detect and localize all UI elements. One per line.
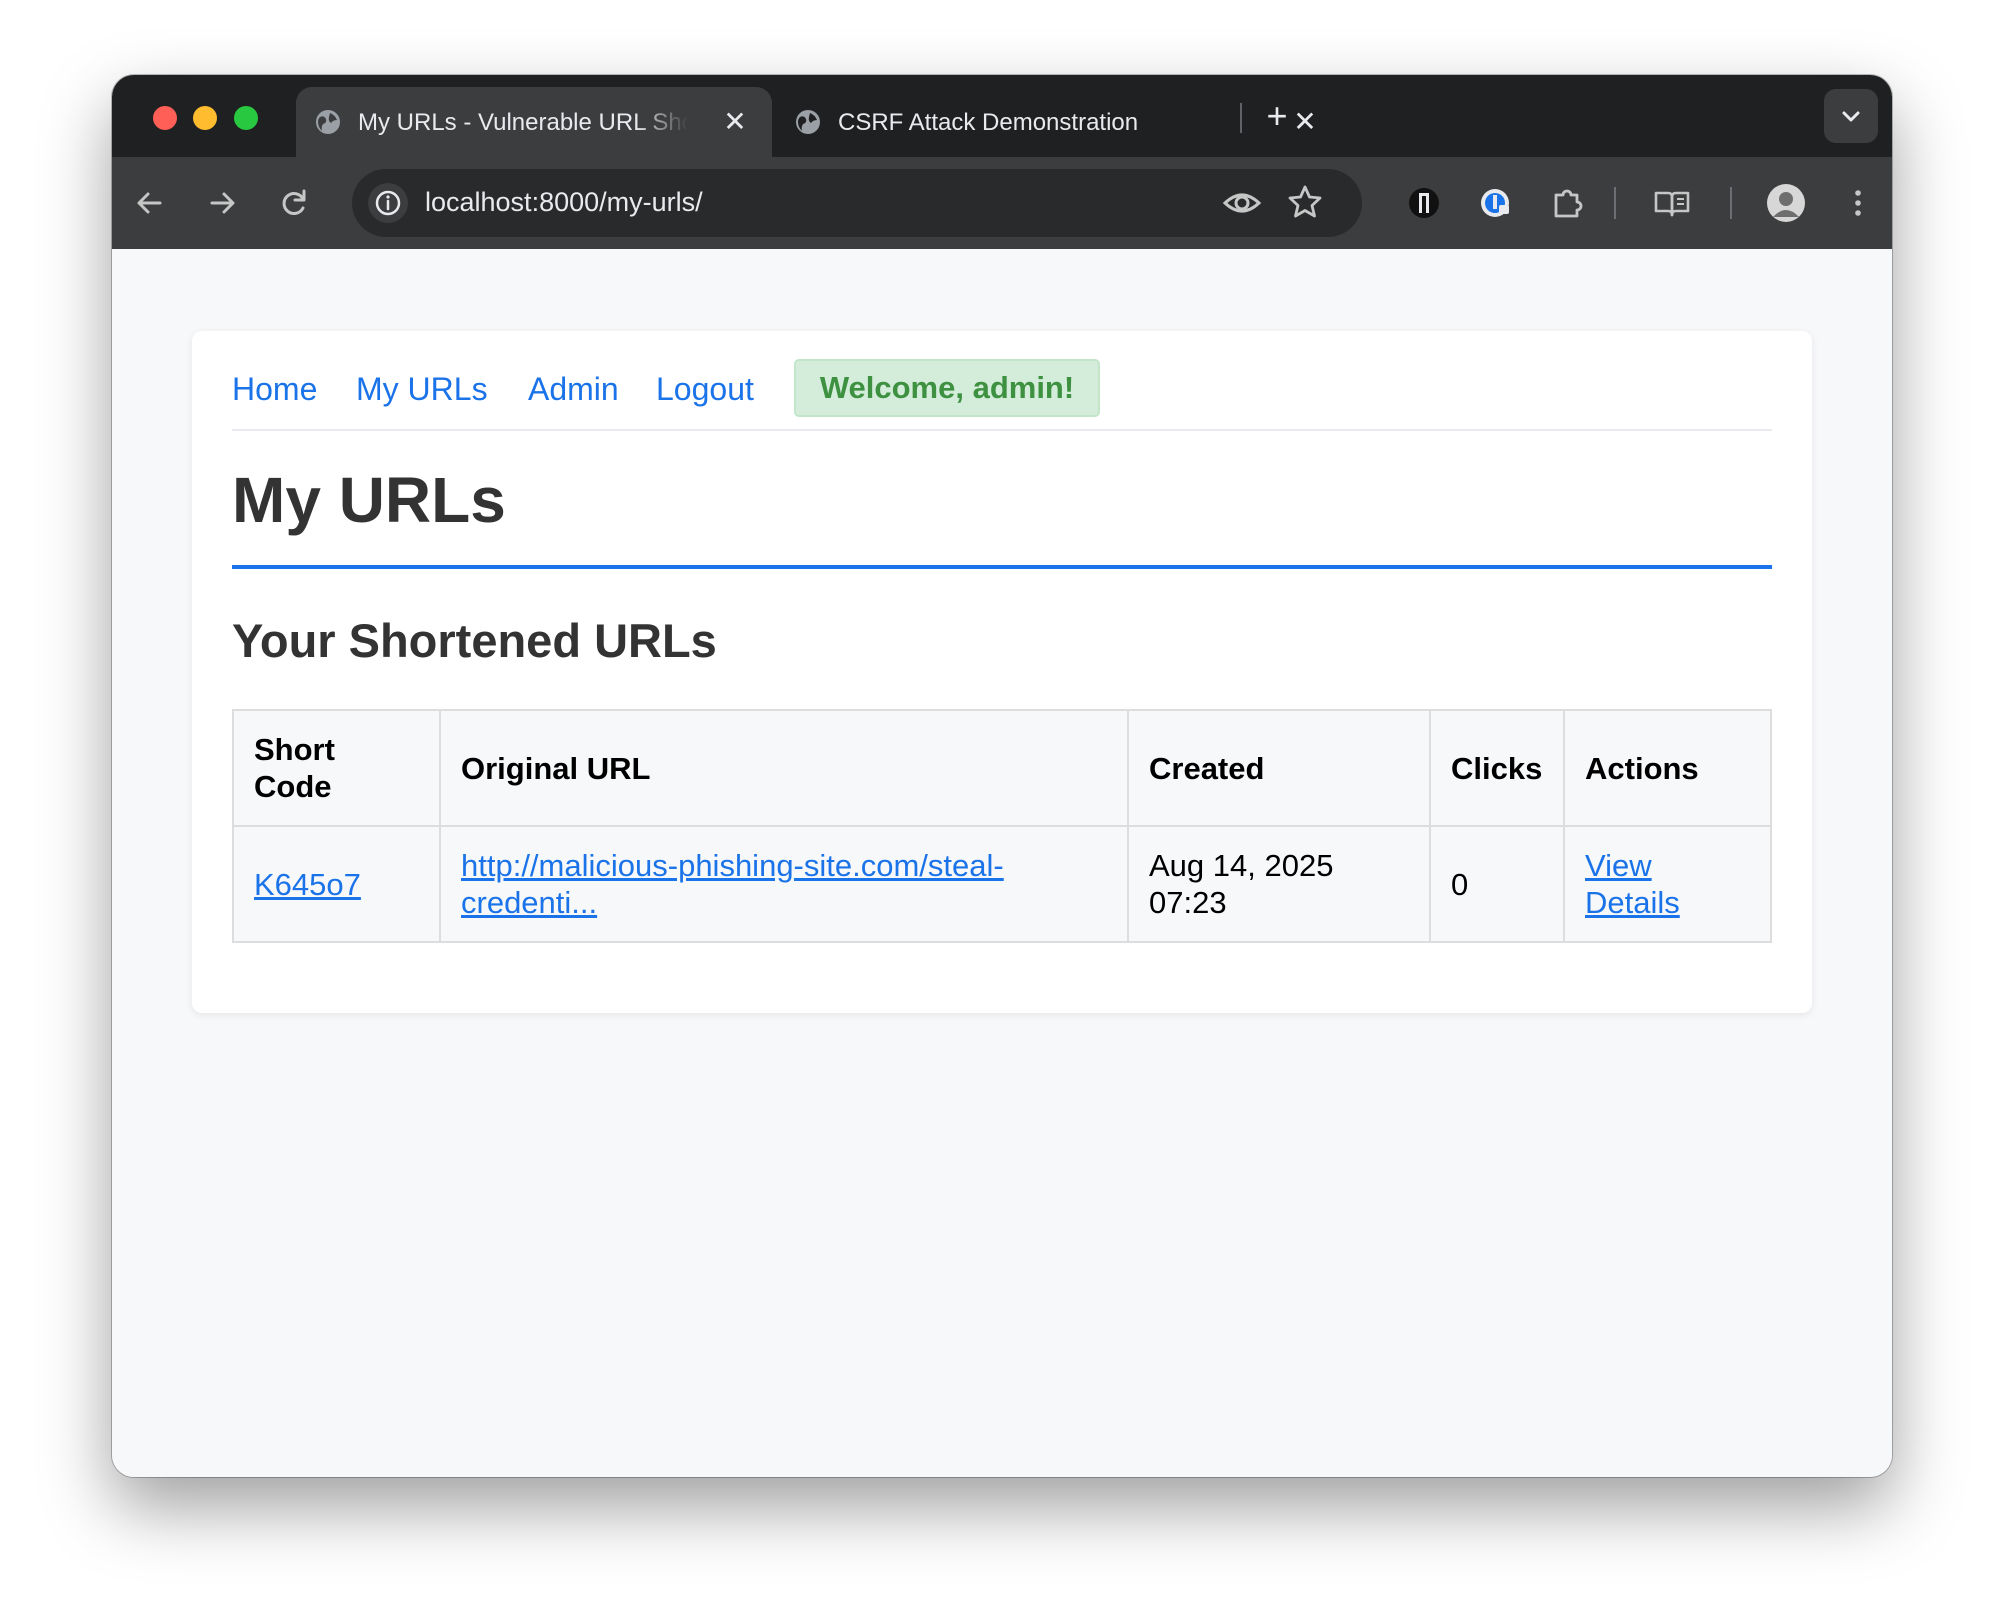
close-tab-icon[interactable]: ✕ (720, 107, 750, 137)
table-row: K645o7 http://malicious-phishing-site.co… (232, 825, 1772, 943)
browser-toolbar: localhost:8000/my-urls/ (112, 157, 1892, 249)
eye-icon[interactable] (1222, 185, 1262, 221)
address-bar[interactable]: localhost:8000/my-urls/ (352, 169, 1362, 237)
globe-icon (796, 110, 820, 134)
toolbar-separator (1730, 187, 1732, 219)
toolbar-separator (1614, 187, 1616, 219)
avatar[interactable] (1762, 179, 1810, 227)
content-card: Home My URLs Admin Logout Welcome, admin… (192, 331, 1812, 1013)
site-info-button[interactable] (368, 183, 408, 223)
section-title: Your Shortened URLs (232, 614, 717, 667)
cell-original-url: http://malicious-phishing-site.com/steal… (439, 825, 1129, 943)
short-code-link[interactable]: K645o7 (254, 867, 361, 902)
urls-table: Short Code Original URL Created Clicks A… (232, 709, 1772, 943)
tab-title: My URLs - Vulnerable URL Shortener (358, 109, 688, 136)
cell-clicks: 0 (1429, 825, 1565, 943)
tab-title: CSRF Attack Demonstration (838, 109, 1139, 136)
column-header-created: Created (1127, 709, 1431, 827)
tab-search-button[interactable] (1824, 89, 1878, 143)
maximize-window-button[interactable] (234, 106, 258, 130)
welcome-badge: Welcome, admin! (794, 359, 1100, 417)
close-window-button[interactable] (153, 106, 177, 130)
nav-link-admin[interactable]: Admin (528, 371, 619, 408)
column-header-clicks: Clicks (1429, 709, 1565, 827)
password-manager-icon[interactable] (1472, 179, 1520, 227)
view-details-link[interactable]: View Details (1585, 848, 1680, 920)
nav-link-my-urls[interactable]: My URLs (356, 371, 488, 408)
reload-icon[interactable] (270, 179, 318, 227)
column-header-original-url: Original URL (439, 709, 1129, 827)
cell-actions: View Details (1563, 825, 1772, 943)
nav-link-logout[interactable]: Logout (656, 371, 754, 408)
page-title: My URLs (232, 464, 506, 536)
new-tab-button[interactable]: + (1258, 97, 1296, 135)
arrow-right-icon[interactable] (198, 179, 246, 227)
cell-created: Aug 14, 2025 07:23 (1127, 825, 1431, 943)
tab-csrf-demo[interactable]: CSRF Attack Demonstration ✕ (776, 87, 1336, 157)
page-content: Home My URLs Admin Logout Welcome, admin… (112, 249, 1892, 1477)
table-header-row: Short Code Original URL Created Clicks A… (232, 709, 1772, 827)
tab-divider (1240, 103, 1242, 133)
title-underline (232, 565, 1772, 569)
tab-strip: My URLs - Vulnerable URL Shortener ✕ CSR… (112, 75, 1892, 157)
globe-icon (316, 110, 340, 134)
column-header-short-code: Short Code (232, 709, 441, 827)
star-icon[interactable] (1286, 183, 1324, 221)
column-header-actions: Actions (1563, 709, 1772, 827)
top-nav: Home My URLs Admin Logout Welcome, admin… (232, 359, 1772, 431)
book-icon[interactable] (1648, 179, 1696, 227)
browser-window: My URLs - Vulnerable URL Shortener ✕ CSR… (112, 75, 1892, 1477)
nav-link-home[interactable]: Home (232, 371, 317, 408)
arrow-left-icon[interactable] (126, 179, 174, 227)
puzzle-icon[interactable] (1544, 179, 1592, 227)
info-icon (375, 190, 401, 216)
tab-my-urls[interactable]: My URLs - Vulnerable URL Shortener ✕ (296, 87, 772, 157)
minimize-window-button[interactable] (193, 106, 217, 130)
extension-icon[interactable] (1400, 179, 1448, 227)
chevron-down-icon (1842, 111, 1860, 122)
kebab-menu-icon[interactable] (1834, 179, 1882, 227)
original-url-link[interactable]: http://malicious-phishing-site.com/steal… (461, 848, 1004, 920)
address-text[interactable]: localhost:8000/my-urls/ (425, 187, 703, 218)
cell-short-code: K645o7 (232, 825, 441, 943)
